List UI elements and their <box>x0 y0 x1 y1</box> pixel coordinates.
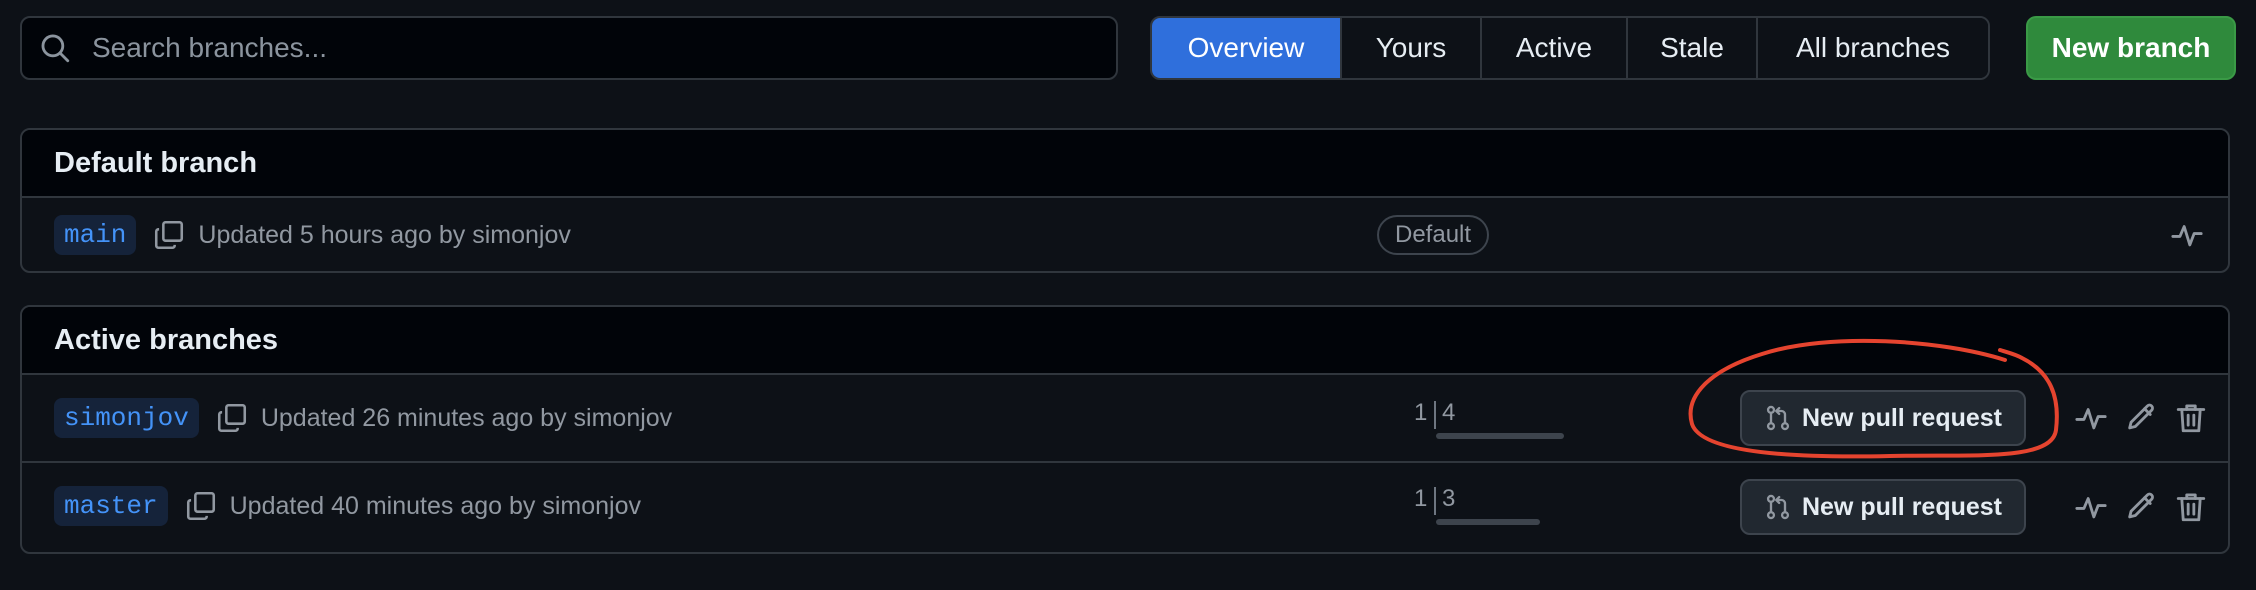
ahead-bar <box>1436 433 1564 439</box>
pulse-icon[interactable] <box>2170 218 2204 252</box>
default-branch-heading: Default branch <box>22 130 2228 198</box>
git-pull-request-icon <box>1766 405 1790 431</box>
active-branches-panel: Active branches simonjov Updated 26 minu… <box>20 305 2230 554</box>
new-branch-button[interactable]: New branch <box>2026 16 2236 80</box>
pencil-icon[interactable] <box>2124 490 2158 524</box>
branch-row-master: master Updated 40 minutes ago by simonjo… <box>22 461 2228 549</box>
ahead-bar <box>1436 519 1540 525</box>
tab-stale[interactable]: Stale <box>1628 18 1758 78</box>
branch-search-box[interactable] <box>20 16 1118 80</box>
copy-icon[interactable] <box>215 401 249 435</box>
commits-behind-count: 1 <box>1414 485 1428 512</box>
ahead-behind-divider <box>1434 487 1436 515</box>
new-pull-request-button[interactable]: New pull request <box>1740 479 2026 535</box>
tab-all-branches[interactable]: All branches <box>1758 18 1988 78</box>
default-branch-panel: Default branch main Updated 5 hours ago … <box>20 128 2230 273</box>
active-branches-heading: Active branches <box>22 307 2228 375</box>
new-pull-request-label: New pull request <box>1801 403 2003 432</box>
branch-updated-text: Updated 40 minutes ago by simonjov <box>229 491 641 520</box>
git-pull-request-icon <box>1766 494 1790 520</box>
copy-icon[interactable] <box>152 218 186 252</box>
pencil-icon[interactable] <box>2124 401 2158 435</box>
trash-icon[interactable] <box>2174 401 2208 435</box>
branch-row-main: main Updated 5 hours ago by simonjov Def… <box>22 198 2228 271</box>
pulse-icon[interactable] <box>2074 401 2108 435</box>
branch-link[interactable]: simonjov <box>54 398 199 438</box>
branch-link[interactable]: main <box>54 215 137 255</box>
branch-updated-text: Updated 26 minutes ago by simonjov <box>260 403 673 432</box>
ahead-behind-divider <box>1434 401 1436 429</box>
tab-overview[interactable]: Overview <box>1152 18 1342 78</box>
tab-yours[interactable]: Yours <box>1342 18 1482 78</box>
commits-ahead-count: 3 <box>1442 485 1456 512</box>
default-badge: Default <box>1377 215 1490 255</box>
branches-toolbar: Overview Yours Active Stale All branches… <box>20 16 2236 80</box>
new-pull-request-button[interactable]: New pull request <box>1740 390 2026 446</box>
commits-behind-count: 1 <box>1414 399 1428 426</box>
new-pull-request-label: New pull request <box>1801 492 2003 521</box>
trash-icon[interactable] <box>2174 490 2208 524</box>
tab-active[interactable]: Active <box>1482 18 1628 78</box>
branch-row-simonjov: simonjov Updated 26 minutes ago by simon… <box>22 375 2228 461</box>
search-icon <box>41 34 70 63</box>
search-input[interactable] <box>90 31 1070 65</box>
commits-ahead-count: 4 <box>1442 399 1456 426</box>
branch-link[interactable]: master <box>54 486 168 526</box>
ahead-behind-indicator: 1 3 <box>1414 485 1554 525</box>
pulse-icon[interactable] <box>2074 490 2108 524</box>
ahead-behind-indicator: 1 4 <box>1414 399 1564 439</box>
copy-icon[interactable] <box>184 489 218 523</box>
branch-filter-tabs: Overview Yours Active Stale All branches <box>1150 16 1990 80</box>
branch-updated-text: Updated 5 hours ago by simonjov <box>198 220 571 249</box>
